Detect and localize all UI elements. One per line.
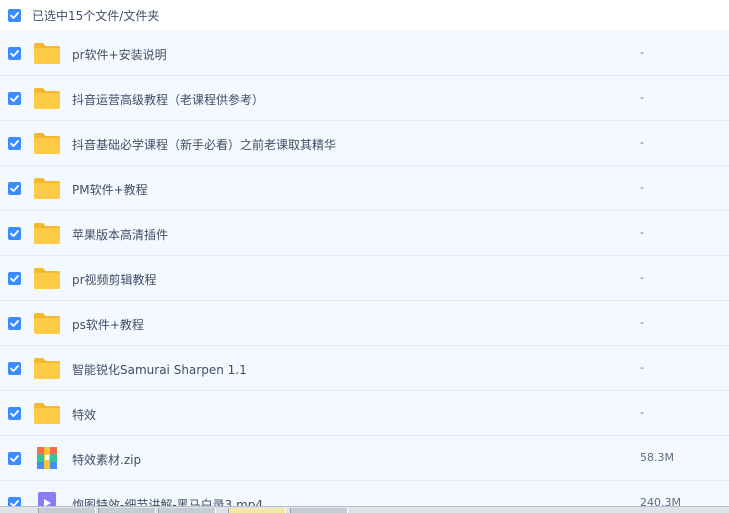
file-list: pr软件+安装说明 - 抖音运营高级教程（老课程供参考） - 抖音基础必学课程（新手必看… [0,31,729,513]
file-name[interactable]: pr视频剪辑教程 [72,271,157,288]
file-name[interactable]: ps软件+教程 [72,316,144,333]
file-size: - [640,91,644,104]
file-name[interactable]: 抖音运营高级教程（老课程供参考） [72,91,264,108]
file-size: - [640,181,644,194]
file-row[interactable]: 抖音运营高级教程（老课程供参考） - [0,76,729,121]
file-row[interactable]: PM软件+教程 - [0,166,729,211]
taskbar-button[interactable] [38,508,96,513]
taskbar-button[interactable] [228,508,286,513]
row-checkbox[interactable] [8,362,21,375]
file-name[interactable]: 苹果版本高清插件 [72,226,168,243]
file-size: - [640,226,644,239]
taskbar-button[interactable] [290,508,348,513]
file-row[interactable]: 苹果版本高清插件 - [0,211,729,256]
file-row[interactable]: 特效素材.zip 58.3M [0,436,729,481]
file-name[interactable]: PM软件+教程 [72,181,148,198]
file-row[interactable]: 智能锐化Samurai Sharpen 1.1 - [0,346,729,391]
file-row[interactable]: pr软件+安装说明 - [0,31,729,76]
folder-icon [33,131,61,155]
folder-icon [33,356,61,380]
file-size: - [640,316,644,329]
row-checkbox[interactable] [8,407,21,420]
taskbar [0,506,729,513]
folder-icon [33,266,61,290]
file-size: 58.3M [640,451,674,464]
file-size: - [640,271,644,284]
row-checkbox[interactable] [8,317,21,330]
file-row[interactable]: 特效 - [0,391,729,436]
file-size: - [640,406,644,419]
file-row[interactable]: 抖音基础必学课程（新手必看）之前老课取其精华 - [0,121,729,166]
row-checkbox[interactable] [8,92,21,105]
file-size: - [640,136,644,149]
selection-count-text: 已选中15个文件/文件夹 [32,9,160,23]
taskbar-button[interactable] [98,508,156,513]
selection-header: 已选中15个文件/文件夹 [0,0,729,32]
folder-icon [33,41,61,65]
file-name[interactable]: 智能锐化Samurai Sharpen 1.1 [72,361,247,378]
row-checkbox[interactable] [8,47,21,60]
zip-archive-icon [33,446,61,470]
folder-icon [33,311,61,335]
select-all-checkbox[interactable] [8,9,21,22]
folder-icon [33,221,61,245]
folder-icon [33,176,61,200]
row-checkbox[interactable] [8,182,21,195]
file-name[interactable]: pr软件+安装说明 [72,46,167,63]
file-size: - [640,46,644,59]
row-checkbox[interactable] [8,272,21,285]
folder-icon [33,86,61,110]
file-list-page: 已选中15个文件/文件夹 pr软件+安装说明 - 抖音运营高级教程（老课程供参考） -… [0,0,729,513]
file-size: - [640,361,644,374]
row-checkbox[interactable] [8,452,21,465]
row-checkbox[interactable] [8,227,21,240]
file-name[interactable]: 特效素材.zip [72,451,141,468]
taskbar-button[interactable] [158,508,216,513]
file-name[interactable]: 特效 [72,406,96,423]
file-row[interactable]: ps软件+教程 - [0,301,729,346]
folder-icon [33,401,61,425]
file-name[interactable]: 抖音基础必学课程（新手必看）之前老课取其精华 [72,136,336,153]
file-row[interactable]: pr视频剪辑教程 - [0,256,729,301]
row-checkbox[interactable] [8,137,21,150]
